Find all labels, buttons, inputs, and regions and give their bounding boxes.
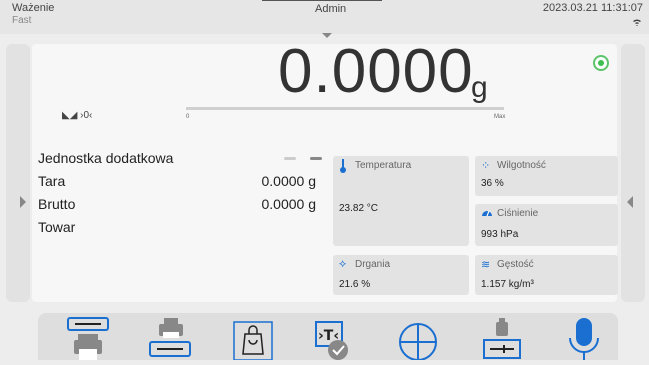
- humidity-tile[interactable]: ⁘ Wilgotność 36 %: [475, 156, 618, 196]
- vibration-tile[interactable]: ⟡ Drgania 21.6 %: [333, 255, 469, 295]
- function-key-bar: ›T‹: [38, 313, 618, 361]
- gauge-icon: [481, 207, 493, 220]
- microphone-icon: [569, 318, 599, 360]
- database-icon: [399, 323, 437, 361]
- database-button[interactable]: [394, 316, 442, 361]
- temperature-title: Temperatura: [355, 160, 412, 171]
- datetime: 2023.03.21 11:31:07: [542, 2, 643, 14]
- temperature-value: 23.82 °C: [339, 203, 379, 214]
- print-header-button[interactable]: [64, 316, 112, 360]
- info-label: Tara: [38, 173, 66, 189]
- pressure-value: 993 hPa: [481, 229, 519, 240]
- left-panel-toggle[interactable]: [6, 44, 30, 302]
- arrow-left-icon: [627, 196, 633, 208]
- arrow-right-icon: [20, 196, 26, 208]
- info-label: Towar: [38, 219, 76, 235]
- adjustment-button[interactable]: [480, 316, 524, 360]
- user-label[interactable]: Admin: [315, 3, 346, 15]
- print-footer-button[interactable]: [146, 316, 194, 360]
- weight-unit[interactable]: g: [471, 71, 488, 105]
- vibration-icon: ⟡: [339, 258, 347, 270]
- submode-label: Fast: [12, 15, 32, 26]
- info-row: Towar: [38, 219, 318, 242]
- tare-button[interactable]: ›T‹: [304, 316, 354, 360]
- density-title: Gęstość: [497, 259, 534, 270]
- vibration-value: 21.6 %: [339, 279, 371, 290]
- stability-zero-indicators: ◣◢ ›0‹: [62, 110, 93, 121]
- product-bag-icon: [233, 321, 273, 361]
- pressure-title: Ciśnienie: [497, 208, 539, 219]
- mode-label[interactable]: Ważenie: [12, 2, 54, 14]
- info-row: Tara 0.0000 g: [38, 173, 318, 196]
- voice-control-button[interactable]: [564, 316, 604, 360]
- bar-max-label: Max: [494, 114, 506, 120]
- humidity-value: 36 %: [481, 178, 504, 189]
- status-bar: Ważenie Fast Admin 2023.03.21 11:31:07: [0, 0, 649, 34]
- info-fields: Jednostka dodatkowa Tara 0.0000 g Brutto 0…: [38, 150, 318, 242]
- print-header-icon: [67, 317, 109, 360]
- info-row: Brutto 0.0000 g: [38, 196, 318, 219]
- bar-min-label: 0: [186, 114, 190, 120]
- stability-indicator-icon: [593, 55, 609, 71]
- vibration-title: Drgania: [355, 259, 391, 270]
- density-value: 1.157 kg/m³: [481, 279, 534, 290]
- info-value: 0.0000 g: [261, 196, 317, 212]
- product-button[interactable]: [232, 316, 276, 361]
- info-label: Brutto: [38, 196, 76, 212]
- print-footer-icon: [149, 318, 191, 357]
- weighing-range-bar: [186, 107, 504, 110]
- density-tile[interactable]: ≋ Gęstość 1.157 kg/m³: [475, 255, 618, 295]
- pressure-tile[interactable]: Ciśnienie 993 hPa: [475, 204, 618, 246]
- tare-icon: ›T‹: [315, 321, 348, 360]
- info-row: Jednostka dodatkowa: [38, 150, 318, 173]
- wifi-icon: [633, 18, 641, 29]
- adjustment-weight-icon: [483, 318, 521, 359]
- info-value: 0.0000 g: [261, 173, 317, 189]
- info-label: Jednostka dodatkowa: [38, 150, 174, 166]
- density-icon: ≋: [481, 259, 491, 271]
- humidity-title: Wilgotność: [497, 160, 546, 171]
- weight-readout: 0.0000: [278, 37, 474, 106]
- thermometer-icon: [339, 159, 347, 176]
- temperature-tile[interactable]: Temperatura 23.82 °C: [333, 156, 469, 246]
- right-panel-toggle[interactable]: [621, 44, 645, 302]
- humidity-icon: ⁘: [481, 160, 491, 172]
